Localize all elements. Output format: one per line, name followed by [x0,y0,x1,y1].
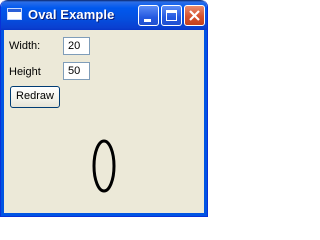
oval-shape [92,139,116,193]
window-title: Oval Example [28,7,115,22]
window-app-icon[interactable] [7,8,22,20]
drawing-canvas [92,139,116,193]
maximize-icon [166,10,177,21]
window-border-bottom [1,213,207,216]
window-border-right [204,30,207,216]
app-window: Oval Example Width: 20 Height 50 Redraw [0,0,208,217]
maximize-button[interactable] [161,5,182,26]
client-area: Width: 20 Height 50 Redraw [4,30,204,213]
height-input[interactable]: 50 [63,62,90,80]
minimize-button[interactable] [138,5,159,26]
redraw-button[interactable]: Redraw [10,86,60,108]
title-bar[interactable]: Oval Example [1,0,207,30]
close-icon [189,10,200,21]
close-button[interactable] [184,5,205,26]
width-input[interactable]: 20 [63,37,90,55]
minimize-icon [144,19,151,22]
width-label: Width: [9,40,41,52]
height-label: Height [9,66,41,78]
